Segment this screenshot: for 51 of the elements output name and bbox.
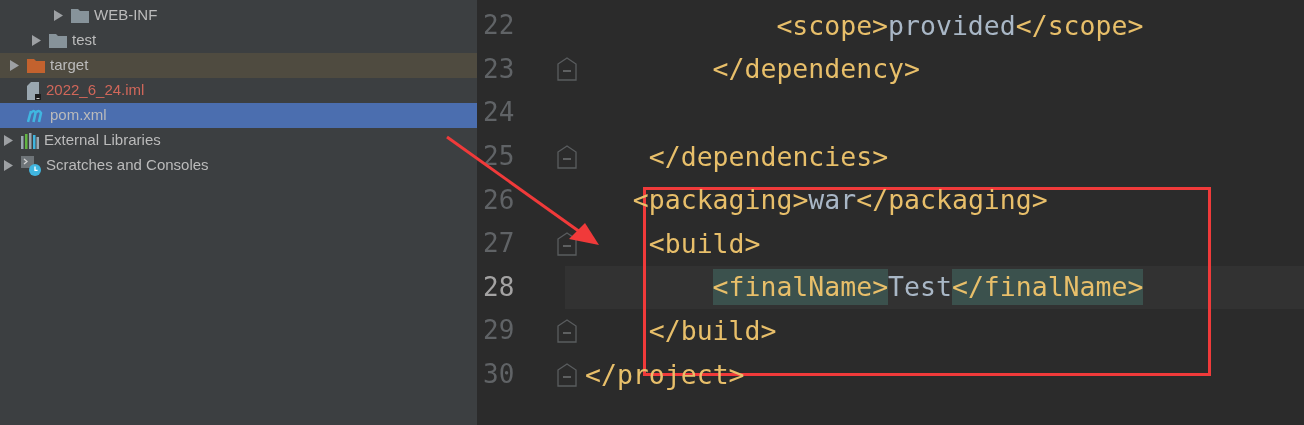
xml-tag: </finalName> bbox=[951, 269, 1144, 306]
expand-arrow-icon[interactable] bbox=[31, 35, 41, 46]
expand-arrow-icon[interactable] bbox=[3, 135, 13, 146]
line-number: 26 bbox=[482, 183, 516, 217]
xml-text: provided bbox=[888, 8, 1016, 43]
tree-item-label: target bbox=[50, 55, 89, 76]
m-logo-icon bbox=[27, 108, 45, 123]
xml-tag: </dependency> bbox=[712, 51, 920, 88]
tree-item[interactable]: target bbox=[0, 53, 477, 78]
xml-tag: <scope> bbox=[776, 7, 889, 44]
tree-item-label: test bbox=[72, 30, 97, 51]
folder-icon bbox=[49, 33, 67, 48]
tree-item[interactable]: WEB-INF bbox=[0, 3, 477, 28]
xml-text: war bbox=[808, 183, 857, 218]
library-icon bbox=[21, 132, 39, 149]
fold-marker-icon[interactable] bbox=[557, 318, 577, 343]
file-icon bbox=[27, 81, 41, 100]
fold-marker-icon[interactable] bbox=[557, 144, 577, 169]
fold-marker-icon[interactable] bbox=[557, 362, 577, 387]
expand-arrow-icon[interactable] bbox=[9, 60, 19, 71]
line-number: 22 bbox=[482, 9, 516, 43]
line-number: 23 bbox=[482, 52, 516, 86]
folder-icon bbox=[27, 58, 45, 73]
tree-item-label: WEB-INF bbox=[94, 5, 158, 26]
xml-tag: </scope> bbox=[1015, 7, 1144, 44]
line-number: 29 bbox=[482, 314, 516, 348]
fold-marker-icon[interactable] bbox=[557, 57, 577, 82]
tree-item[interactable]: test bbox=[0, 28, 477, 53]
line-number: 27 bbox=[482, 227, 516, 261]
tree-item[interactable]: External Libraries bbox=[0, 128, 477, 153]
xml-text: Test bbox=[888, 270, 952, 305]
scratch-console-icon bbox=[21, 155, 41, 176]
line-number: 25 bbox=[482, 140, 516, 174]
tree-item[interactable]: Scratches and Consoles bbox=[0, 153, 477, 178]
tree-item[interactable]: 2022_6_24.iml bbox=[0, 78, 477, 103]
folder-icon bbox=[71, 8, 89, 23]
tree-item-label: 2022_6_24.iml bbox=[46, 80, 145, 101]
line-number: 28 bbox=[482, 270, 516, 304]
xml-tag: </build> bbox=[648, 312, 777, 349]
expand-arrow-icon[interactable] bbox=[53, 10, 63, 21]
xml-tag: <build> bbox=[648, 225, 761, 262]
xml-tag: </packaging> bbox=[856, 182, 1048, 219]
tree-item-label: pom.xml bbox=[50, 105, 107, 126]
line-number: 24 bbox=[482, 96, 516, 130]
fold-marker-icon[interactable] bbox=[557, 231, 577, 256]
xml-tag: </dependencies> bbox=[648, 138, 889, 175]
xml-tag: <finalName> bbox=[712, 269, 889, 306]
tree-item-label: Scratches and Consoles bbox=[46, 155, 209, 176]
tree-item-label: External Libraries bbox=[44, 130, 161, 151]
expand-arrow-icon[interactable] bbox=[3, 160, 13, 171]
line-number: 30 bbox=[482, 358, 516, 392]
